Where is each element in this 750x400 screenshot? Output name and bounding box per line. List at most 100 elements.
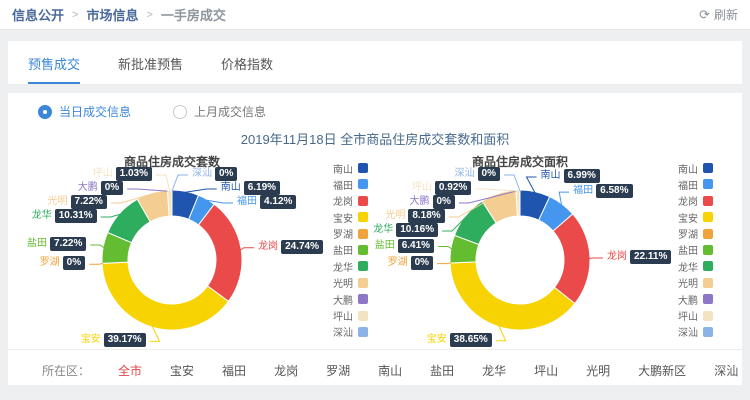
- pie-slice[interactable]: [450, 262, 575, 330]
- legend-swatch: [703, 245, 713, 255]
- legend-item[interactable]: 宝安: [333, 211, 368, 223]
- slice-label: 南山6.99%: [541, 169, 600, 183]
- chart-legend: 南山福田龙岗宝安罗湖盐田龙华光明大鹏坪山深汕: [678, 162, 713, 338]
- legend-item[interactable]: 光明: [678, 277, 713, 289]
- slice-label-name: 光明: [48, 197, 68, 207]
- district-option[interactable]: 盐田: [430, 362, 454, 379]
- breadcrumb-item[interactable]: 信息公开: [12, 5, 64, 24]
- slice-label: 光明7.22%: [48, 195, 107, 209]
- slice-label: 宝安38.65%: [427, 333, 492, 347]
- legend-swatch: [703, 327, 713, 337]
- label-connector: [172, 175, 188, 191]
- slice-label: 深汕0%: [455, 167, 500, 181]
- chart-transaction-units: 商品住房成交套数南山福田龙岗宝安罗湖盐田龙华光明大鹏坪山深汕南山6.19%福田4…: [8, 147, 375, 347]
- tab[interactable]: 预售成交: [28, 54, 80, 84]
- slice-label-value: 0%: [215, 167, 237, 181]
- refresh-button[interactable]: ⟳ 刷新: [699, 6, 738, 23]
- district-option[interactable]: 罗湖: [326, 362, 350, 379]
- legend-swatch: [358, 212, 368, 222]
- radio-label: 当日成交信息: [59, 103, 131, 120]
- district-option[interactable]: 福田: [222, 362, 246, 379]
- slice-label-value: 6.41%: [398, 239, 434, 253]
- legend-label: 大鹏: [678, 292, 698, 307]
- legend-label: 盐田: [678, 242, 698, 257]
- slice-label-value: 8.18%: [408, 209, 444, 223]
- pie-slice[interactable]: [199, 204, 242, 301]
- district-option[interactable]: 大鹏新区: [638, 362, 686, 379]
- slice-label: 坪山1.03%: [93, 167, 152, 181]
- district-option[interactable]: 光明: [586, 362, 610, 379]
- legend-label: 南山: [333, 161, 353, 176]
- slice-label-name: 宝安: [427, 335, 447, 345]
- radio-group: 当日成交信息 上月成交信息: [8, 93, 742, 120]
- legend-swatch: [358, 245, 368, 255]
- district-option[interactable]: 龙华: [482, 362, 506, 379]
- legend-item[interactable]: 大鹏: [678, 293, 713, 305]
- legend-swatch: [703, 278, 713, 288]
- legend-item[interactable]: 罗湖: [333, 228, 368, 240]
- radio-option[interactable]: 上月成交信息: [173, 103, 266, 120]
- legend-swatch: [358, 163, 368, 173]
- slice-label-value: 6.99%: [564, 169, 600, 183]
- legend-label: 光明: [333, 275, 353, 290]
- legend-item[interactable]: 坪山: [333, 310, 368, 322]
- legend-swatch: [358, 229, 368, 239]
- legend-item[interactable]: 南山: [678, 162, 713, 174]
- slice-label-value: 39.17%: [104, 333, 146, 347]
- tab[interactable]: 价格指数: [221, 54, 273, 84]
- legend-swatch: [358, 311, 368, 321]
- district-filter: 所在区： 全市 宝安 福田 龙岗 罗湖 南山 盐田 龙华 坪山 光明 大鹏新区 深汕: [8, 349, 742, 392]
- slice-label-name: 南山: [541, 171, 561, 181]
- legend-swatch: [358, 179, 368, 189]
- district-option[interactable]: 坪山: [534, 362, 558, 379]
- legend-swatch: [358, 327, 368, 337]
- label-connector: [559, 192, 569, 205]
- slice-label-value: 0%: [411, 256, 433, 270]
- legend-item[interactable]: 坪山: [678, 310, 713, 322]
- legend-item[interactable]: 龙岗: [678, 195, 713, 207]
- legend-label: 龙岗: [678, 193, 698, 208]
- legend-item[interactable]: 福田: [678, 178, 713, 190]
- district-option[interactable]: 深汕: [714, 362, 738, 379]
- district-option[interactable]: 全市: [118, 362, 142, 379]
- legend-swatch: [358, 294, 368, 304]
- slice-label-name: 深汕: [192, 169, 212, 179]
- legend-item[interactable]: 盐田: [678, 244, 713, 256]
- pie-slice[interactable]: [102, 262, 228, 330]
- slice-label: 龙岗24.74%: [258, 240, 323, 254]
- legend-item[interactable]: 龙华: [678, 260, 713, 272]
- legend-label: 深汕: [678, 324, 698, 339]
- legend-item[interactable]: 罗湖: [678, 228, 713, 240]
- label-connector: [156, 175, 170, 191]
- district-filter-label: 所在区：: [42, 362, 90, 379]
- district-option[interactable]: 南山: [378, 362, 402, 379]
- topbar: 信息公开>市场信息>一手房成交 ⟳ 刷新: [0, 0, 750, 30]
- legend-item[interactable]: 光明: [333, 277, 368, 289]
- chart-transaction-area: 商品住房成交面积南山福田龙岗宝安罗湖盐田龙华光明大鹏坪山深汕南山6.99%福田6…: [375, 147, 742, 347]
- district-option[interactable]: 宝安: [170, 362, 194, 379]
- legend-item[interactable]: 福田: [333, 178, 368, 190]
- slice-label-value: 6.19%: [244, 181, 280, 195]
- breadcrumb-item[interactable]: 市场信息: [86, 5, 138, 24]
- slice-label-value: 38.65%: [450, 333, 492, 347]
- legend-item[interactable]: 深汕: [333, 326, 368, 338]
- legend-item[interactable]: 盐田: [333, 244, 368, 256]
- legend-item[interactable]: 大鹏: [333, 293, 368, 305]
- slice-label-value: 0%: [63, 256, 85, 270]
- legend-label: 深汕: [333, 324, 353, 339]
- tab-bar: 预售成交 新批准预售 价格指数: [8, 41, 742, 85]
- radio-label: 上月成交信息: [194, 103, 266, 120]
- legend-item[interactable]: 南山: [333, 162, 368, 174]
- breadcrumb-item: 一手房成交: [161, 5, 226, 24]
- label-connector: [90, 245, 104, 248]
- radio-option[interactable]: 当日成交信息: [38, 103, 131, 120]
- slice-label-value: 7.22%: [50, 237, 86, 251]
- legend-item[interactable]: 深汕: [678, 326, 713, 338]
- legend-item[interactable]: 龙华: [333, 260, 368, 272]
- district-option[interactable]: 龙岗: [274, 362, 298, 379]
- legend-label: 龙华: [333, 259, 353, 274]
- tab[interactable]: 新批准预售: [118, 54, 183, 84]
- slice-label: 南山6.19%: [221, 181, 280, 195]
- legend-item[interactable]: 龙岗: [333, 195, 368, 207]
- legend-item[interactable]: 宝安: [678, 211, 713, 223]
